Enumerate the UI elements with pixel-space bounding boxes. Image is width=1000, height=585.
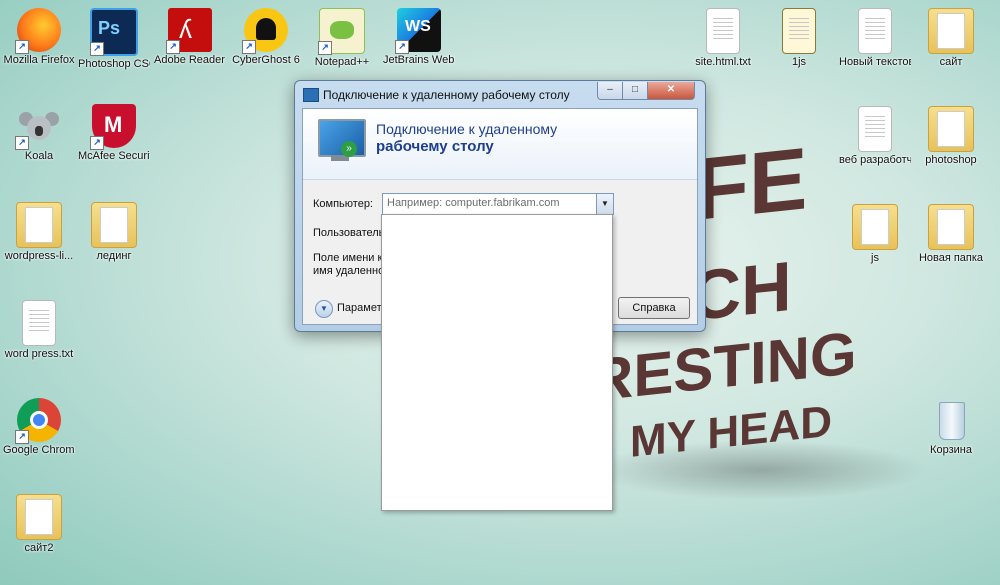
desktop-icon-wordpress-folder[interactable]: wordpress-li...: [3, 202, 75, 263]
desktop-icon-site2-folder[interactable]: сайт2: [3, 494, 75, 555]
desktop-icon-label: Корзина: [930, 444, 972, 456]
desktop-icon-label: 1js: [791, 56, 807, 68]
desktop-icon-recycle-bin[interactable]: Корзина: [915, 398, 987, 457]
dropdown-arrow-icon[interactable]: ▼: [596, 194, 613, 214]
window-banner: » Подключение к удаленному рабочему стол…: [303, 109, 697, 180]
desktop-icon-label: Notepad++: [314, 56, 370, 68]
desktop-icon-label: веб разработчи...: [839, 154, 911, 166]
folder-icon: [928, 8, 974, 54]
desktop-icon-label: photoshop: [925, 154, 977, 166]
minimize-button[interactable]: –: [597, 82, 623, 100]
desktop-icon-chrome[interactable]: ↗ Google Chrome: [3, 398, 75, 457]
notepadpp-icon: ↗: [318, 8, 365, 55]
photoshop-icon: Ps ↗: [90, 8, 138, 56]
desktop-icon-label: Новый текстовый...: [839, 56, 911, 68]
help-button[interactable]: Справка: [618, 297, 690, 319]
desktop-icon-label: Koala: [24, 150, 54, 162]
desktop-icon-web-dev[interactable]: веб разработчи...: [839, 106, 911, 167]
folder-icon: [16, 494, 62, 540]
wallpaper-line-4: MY HEAD: [630, 397, 832, 467]
shortcut-arrow-icon: ↗: [242, 40, 256, 54]
computer-combobox[interactable]: Например: computer.fabrikam.com ▼: [382, 193, 614, 215]
desktop-icon-label: Mozilla Firefox: [3, 54, 75, 66]
desktop-icon-label: js: [871, 252, 879, 264]
desktop-icon-label: McAfee Security Sc...: [78, 150, 150, 162]
options-label[interactable]: Парамет: [337, 302, 382, 314]
folder-icon: [91, 202, 137, 248]
desktop-icon-label: Google Chrome: [3, 444, 75, 456]
desktop-icon-label: wordpress-li...: [4, 250, 74, 262]
desktop-icon-label: Adobe Reader XI: [154, 54, 226, 66]
cyberghost-icon: ↗: [242, 8, 288, 54]
mcafee-icon: M ↗: [90, 104, 136, 150]
computer-label: Компьютер:: [313, 198, 373, 210]
desktop-icon-koala[interactable]: ↗ Koala: [3, 104, 75, 163]
desktop-icon-js-folder[interactable]: js: [839, 204, 911, 265]
note-line-1: Поле имени к: [313, 252, 383, 264]
computer-dropdown-list[interactable]: [381, 214, 613, 511]
shortcut-arrow-icon: ↗: [90, 136, 104, 150]
close-button[interactable]: ✕: [647, 82, 695, 100]
shortcut-arrow-icon: ↗: [15, 136, 29, 150]
folder-icon: [852, 204, 898, 250]
recycle-bin-icon: [929, 398, 973, 442]
desktop-icon-landing-folder[interactable]: лединг: [78, 202, 150, 263]
desktop-icon-new-text[interactable]: Новый текстовый...: [839, 8, 911, 69]
window-title: Подключение к удаленному рабочему столу: [323, 88, 570, 102]
desktop-icon-label: word press.txt: [4, 348, 74, 360]
desktop-icon-webstorm[interactable]: WS ↗ JetBrains WebStor...: [383, 8, 455, 67]
firefox-icon: ↗: [15, 8, 61, 54]
shortcut-arrow-icon: ↗: [166, 40, 180, 54]
options-expand-icon[interactable]: ▼: [315, 300, 333, 318]
shortcut-arrow-icon: ↗: [318, 41, 332, 55]
folder-icon: [16, 202, 62, 248]
text-file-icon: [858, 106, 892, 152]
banner-title-line-2: рабочему столу: [376, 138, 494, 155]
rdp-connect-arrow-icon: »: [341, 141, 357, 157]
desktop-icon-site-html-txt[interactable]: site.html.txt: [687, 8, 759, 69]
banner-title-line-1: Подключение к удаленному: [376, 121, 558, 137]
desktop-icon-firefox[interactable]: ↗ Mozilla Firefox: [3, 8, 75, 67]
chrome-icon: ↗: [15, 398, 61, 444]
webstorm-icon: WS ↗: [395, 8, 441, 54]
text-file-icon: [858, 8, 892, 54]
window-titlebar[interactable]: Подключение к удаленному рабочему столу …: [295, 81, 705, 109]
user-label: Пользователь: [313, 227, 385, 239]
shortcut-arrow-icon: ↗: [15, 40, 29, 54]
shortcut-arrow-icon: ↗: [395, 40, 409, 54]
text-file-icon: [706, 8, 740, 54]
text-file-icon: [22, 300, 56, 346]
desktop-icon-label: сайт: [939, 56, 963, 68]
desktop-icon-photoshop-folder[interactable]: photoshop: [915, 106, 987, 167]
desktop-icon-label: site.html.txt: [695, 56, 751, 68]
script-file-icon: [782, 8, 816, 54]
koala-icon: ↗: [15, 104, 61, 150]
desktop-icon-label: лединг: [96, 250, 132, 262]
desktop-icon-1js[interactable]: 1js: [763, 8, 835, 69]
folder-icon: [928, 106, 974, 152]
shortcut-arrow-icon: ↗: [15, 430, 29, 444]
desktop-icon-label: Новая папка: [918, 252, 984, 264]
desktop-icon-label: Photoshop CS6: [78, 58, 150, 70]
desktop-icon-adobe-reader[interactable]: ʎ ↗ Adobe Reader XI: [154, 8, 226, 67]
shortcut-arrow-icon: ↗: [90, 42, 104, 56]
folder-icon: [928, 204, 974, 250]
maximize-button[interactable]: □: [622, 82, 648, 100]
wallpaper-line-1: FE: [695, 130, 807, 239]
desktop-icon-cyberghost[interactable]: ↗ CyberGhost 6: [230, 8, 302, 67]
desktop-icon-notepadpp[interactable]: ↗ Notepad++: [306, 8, 378, 69]
desktop-icon-site-folder[interactable]: сайт: [915, 8, 987, 69]
desktop-icon-label: сайт2: [24, 542, 54, 554]
adobe-reader-icon: ʎ ↗: [166, 8, 212, 54]
desktop-icon-label: JetBrains WebStor...: [383, 54, 455, 66]
desktop-icon-new-folder[interactable]: Новая папка: [915, 204, 987, 265]
desktop-icon-photoshop[interactable]: Ps ↗ Photoshop CS6: [78, 8, 150, 71]
desktop-icon-mcafee[interactable]: M ↗ McAfee Security Sc...: [78, 104, 150, 163]
desktop-icon-wordpress-txt[interactable]: word press.txt: [3, 300, 75, 361]
desktop-icon-label: CyberGhost 6: [232, 54, 300, 66]
note-line-2: имя удаленно: [313, 265, 385, 277]
computer-placeholder: Например: computer.fabrikam.com: [387, 197, 560, 209]
rdp-app-icon: [303, 88, 319, 102]
